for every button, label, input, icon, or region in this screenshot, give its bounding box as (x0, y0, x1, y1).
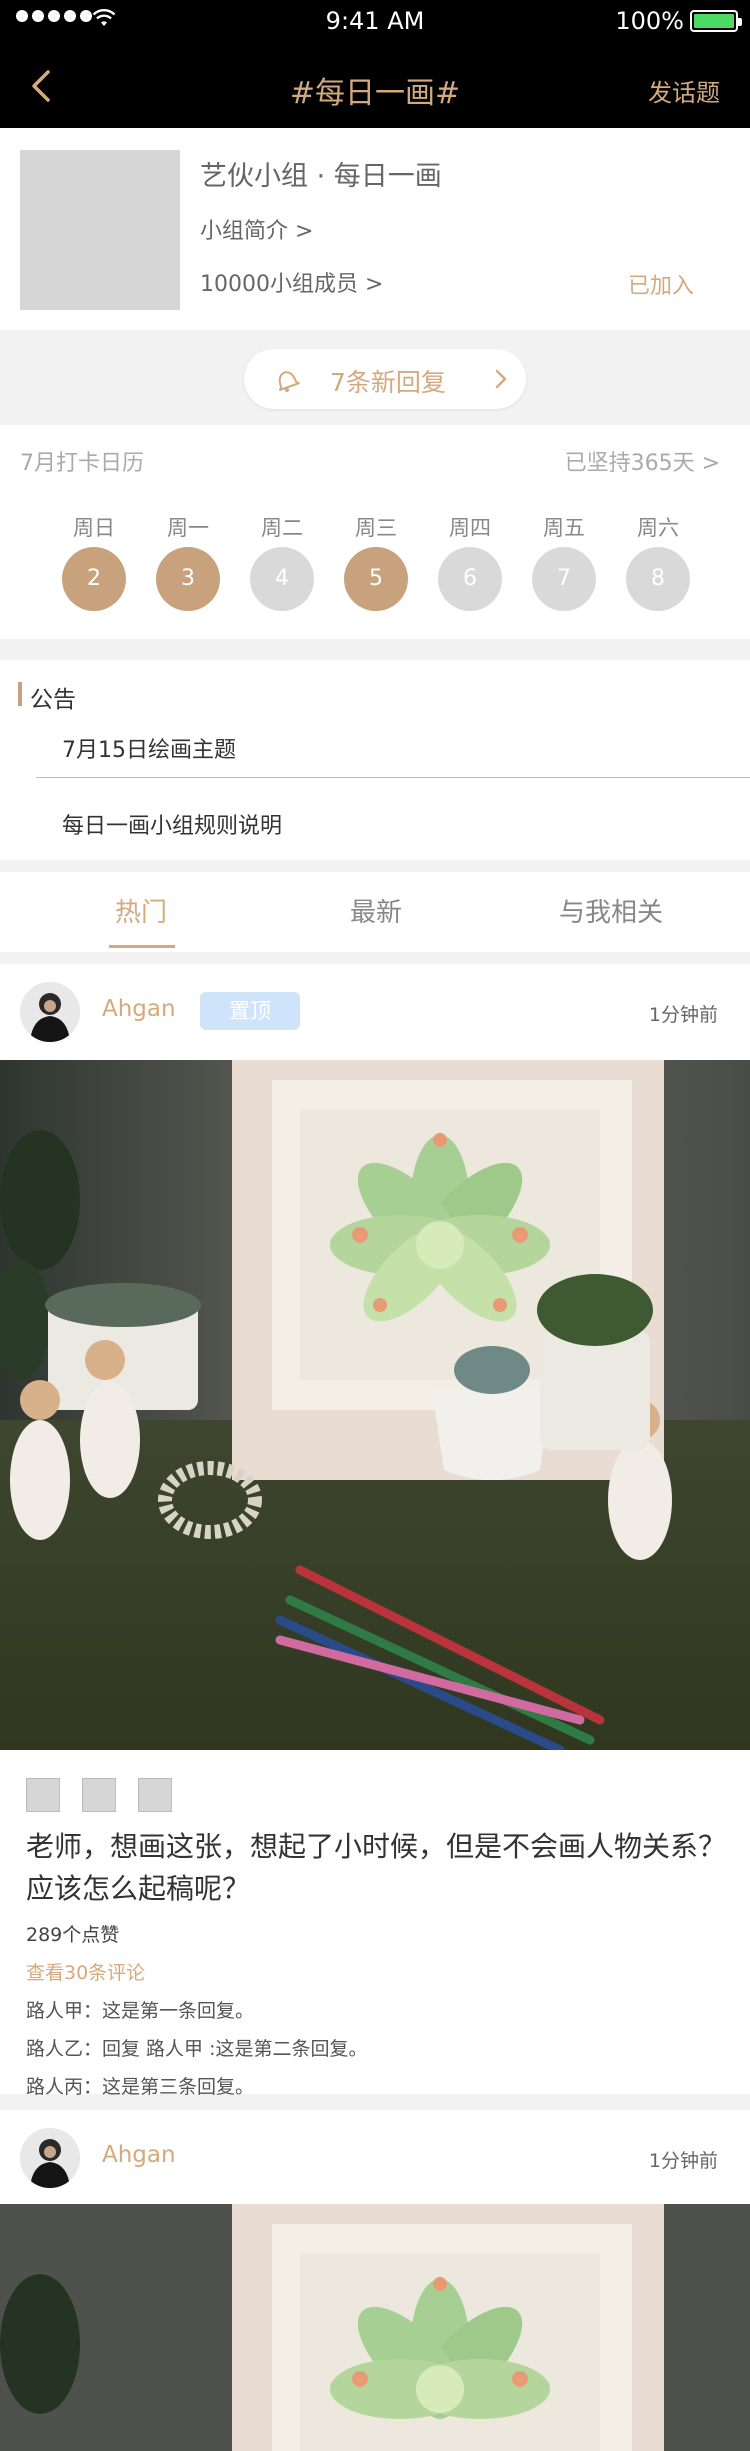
post-header: Ahgan 1分钟前 (0, 2110, 750, 2200)
thumbnail[interactable] (138, 1778, 172, 1812)
post-text[interactable]: 老师，想画这张，想起了小时候，但是不会画人物关系？应该怎么起稿呢？ (26, 1826, 726, 1910)
group-members-link[interactable]: 10000小组成员 > (200, 266, 383, 298)
post-topic-button[interactable]: 发话题 (648, 73, 720, 108)
weekday-label: 周三 (355, 516, 397, 540)
notice-heading: 公告 (30, 687, 76, 713)
group-cover-image (20, 150, 180, 310)
battery-icon (690, 10, 742, 32)
notice-accent-bar (18, 682, 22, 706)
notice-section: 公告 7月15日绘画主题 每日一画小组规则说明 (0, 660, 750, 860)
page-title: #每日一画# (289, 76, 461, 111)
thumbnail[interactable] (26, 1778, 60, 1812)
calendar-day[interactable]: 周三 5 (344, 513, 408, 611)
post-time: 1分钟前 (648, 2150, 718, 2172)
active-tab-indicator (109, 945, 175, 948)
calendar-day[interactable]: 周一 3 (156, 513, 220, 611)
notice-item[interactable]: 7月15日绘画主题 (62, 732, 236, 764)
calendar-day[interactable]: 周日 2 (62, 513, 126, 611)
tab-latest[interactable]: 最新 (276, 892, 476, 929)
nav-bar: #每日一画# 发话题 (0, 42, 750, 128)
weekday-label: 周一 (167, 516, 209, 540)
unchecked-day-circle: 4 (250, 547, 314, 611)
group-card: 艺伙小组 · 每日一画 小组简介 > 10000小组成员 > 已加入 (0, 128, 750, 330)
username[interactable]: Ahgan (102, 996, 176, 1022)
group-intro-link[interactable]: 小组简介 > (200, 213, 313, 245)
status-bar: 9:41 AM 100% (0, 0, 750, 42)
avatar[interactable] (20, 2128, 80, 2188)
post-time: 1分钟前 (648, 1004, 718, 1026)
streak-link[interactable]: 已坚持365天 > (565, 445, 720, 477)
weekday-label: 周六 (637, 516, 679, 540)
calendar-day[interactable]: 周六 8 (626, 513, 690, 611)
calendar-day[interactable]: 周四 6 (438, 513, 502, 611)
thumbnail[interactable] (82, 1778, 116, 1812)
post-header: Ahgan 置顶 1分钟前 (0, 964, 750, 1060)
checked-day-circle: 2 (62, 547, 126, 611)
weekday-label: 周五 (543, 516, 585, 540)
new-replies-button[interactable]: 7条新回复 (244, 349, 526, 409)
calendar-day[interactable]: 周五 7 (532, 513, 596, 611)
post-card: Ahgan 置顶 1分钟前 老师，想画这张，想起了小时候，但是不会画人物关系？应… (0, 964, 750, 2098)
divider (36, 777, 750, 778)
comment[interactable]: 路人乙：回复 路人甲 :这是第二条回复。 (26, 2034, 367, 2061)
checked-day-circle: 3 (156, 547, 220, 611)
battery-percent: 100% (615, 7, 684, 35)
weekday-label: 周日 (73, 516, 115, 540)
new-replies-label: 7条新回复 (330, 368, 446, 397)
image-thumbnails (26, 1778, 172, 1812)
username[interactable]: Ahgan (102, 2142, 176, 2168)
pinned-badge: 置顶 (200, 992, 300, 1030)
notice-item[interactable]: 每日一画小组规则说明 (62, 808, 282, 840)
calendar-title: 7月打卡日历 (20, 451, 144, 476)
unchecked-day-circle: 8 (626, 547, 690, 611)
chevron-right-icon (495, 369, 507, 389)
checkin-calendar: 7月打卡日历 已坚持365天 > 周日 2 周一 3 周二 4 周三 5 周四 6 周五 7 周六 8 (0, 425, 750, 639)
tab-hot[interactable]: 热门 (41, 892, 241, 929)
post-photo[interactable] (0, 1060, 750, 1750)
joined-status[interactable]: 已加入 (628, 268, 694, 300)
comment[interactable]: 路人甲：这是第一条回复。 (26, 1996, 254, 2023)
feed-tabs: 热门 最新 与我相关 (0, 872, 750, 952)
bell-icon (278, 371, 300, 392)
avatar[interactable] (20, 982, 80, 1042)
like-count: 289个点赞 (26, 1924, 120, 1946)
tab-related[interactable]: 与我相关 (511, 892, 711, 929)
post-photo[interactable] (0, 2204, 750, 2451)
checked-day-circle: 5 (344, 547, 408, 611)
unchecked-day-circle: 6 (438, 547, 502, 611)
view-comments-link[interactable]: 查看30条评论 (26, 1958, 145, 1985)
weekday-label: 周四 (449, 516, 491, 540)
comment[interactable]: 路人丙：这是第三条回复。 (26, 2072, 254, 2099)
calendar-day[interactable]: 周二 4 (250, 513, 314, 611)
calendar-days: 周日 2 周一 3 周二 4 周三 5 周四 6 周五 7 周六 8 (0, 513, 750, 623)
weekday-label: 周二 (261, 516, 303, 540)
post-card: Ahgan 1分钟前 (0, 2110, 750, 2451)
group-name: 艺伙小组 · 每日一画 (200, 161, 442, 192)
unchecked-day-circle: 7 (532, 547, 596, 611)
